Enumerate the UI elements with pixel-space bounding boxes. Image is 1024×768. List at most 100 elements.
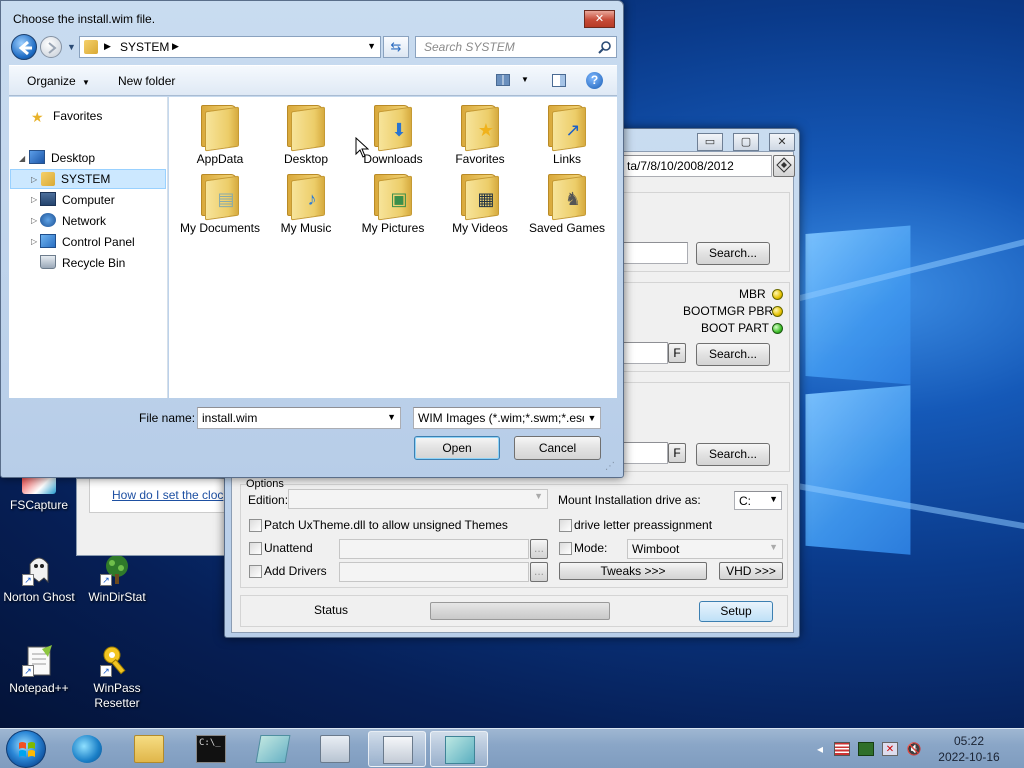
minimize-button[interactable]: ▭ [697, 133, 723, 151]
collapse-arrow-icon[interactable]: ▷ [31, 195, 37, 204]
boot-drive-input[interactable] [620, 342, 668, 364]
desktop-icon-notepadpp[interactable]: ↗ Notepad++ [0, 643, 78, 695]
tree-item-system[interactable]: ▷ SYSTEM [10, 169, 166, 189]
taskbar-network-app[interactable] [58, 731, 116, 767]
dialog-close-button[interactable]: ✕ [584, 10, 615, 28]
desktop-icon-windirstat[interactable]: ↗ WinDirStat [78, 552, 156, 604]
organize-button[interactable]: Organize ▼ [27, 74, 90, 88]
start-button[interactable] [6, 730, 46, 768]
new-folder-button[interactable]: New folder [118, 74, 175, 88]
tweaks-button[interactable]: Tweaks >>> [559, 562, 707, 580]
drivers-browse-button[interactable]: ... [530, 562, 548, 582]
folder-appdata[interactable]: AppData [177, 103, 263, 167]
search-input[interactable]: Search SYSTEM [415, 36, 617, 58]
source-path-input[interactable] [620, 242, 688, 264]
language-flag-icon[interactable] [834, 742, 850, 756]
maximize-button[interactable]: ▢ [733, 133, 759, 151]
open-button[interactable]: Open [414, 436, 500, 460]
back-button[interactable] [11, 34, 37, 60]
folder-my-videos[interactable]: ▦ My Videos [437, 172, 523, 236]
file-type-select[interactable]: WIM Images (*.wim;*.swm;*.esd) ▼ [413, 407, 601, 429]
network-status-icon[interactable]: ✕ [882, 742, 898, 756]
address-bar[interactable]: ▶ SYSTEM ▶ ▼ [79, 36, 381, 58]
cancel-button[interactable]: Cancel [514, 436, 601, 460]
folder-label: Favorites [455, 152, 505, 166]
folder-my-pictures[interactable]: ▣ My Pictures [350, 172, 436, 236]
unattend-browse-button[interactable]: ... [530, 539, 548, 559]
help-link[interactable]: How do I set the cloc [112, 488, 223, 502]
mbr-status-led [772, 289, 783, 300]
folder-my-documents[interactable]: ▤ My Documents [177, 172, 263, 236]
command-bar: Organize ▼ New folder ▼ ? [9, 65, 617, 96]
add-drivers-checkbox[interactable] [249, 565, 262, 578]
folder-desktop-icon [301, 119, 323, 141]
resize-grip-icon[interactable]: ⋰ [605, 461, 615, 472]
boot-search-button[interactable]: Search... [696, 343, 770, 366]
file-name-input[interactable]: install.wim ▼ [197, 407, 401, 429]
install-format-button[interactable]: F [668, 443, 686, 463]
taskbar-installer[interactable] [368, 731, 426, 767]
view-dropdown-icon[interactable]: ▼ [521, 75, 529, 84]
tree-item-favorites[interactable]: ★ Favorites [31, 106, 102, 126]
preassign-checkbox[interactable] [559, 519, 572, 532]
edition-select[interactable]: ▼ [288, 489, 548, 509]
mount-drive-select[interactable]: C: ▼ [734, 491, 782, 510]
install-search-button[interactable]: Search... [696, 443, 770, 466]
tree-item-control-panel[interactable]: Control Panel [40, 232, 135, 252]
unattend-path-input[interactable] [339, 539, 529, 559]
tree-item-computer[interactable]: Computer [40, 190, 115, 210]
unattend-checkbox[interactable] [249, 542, 262, 555]
address-dropdown-icon[interactable]: ▼ [367, 41, 376, 51]
folder-desktop[interactable]: Desktop [263, 103, 349, 167]
desktop-icon-fscapture[interactable]: FSCapture [0, 474, 78, 512]
expand-arrow-icon[interactable]: ◢ [19, 154, 25, 163]
patch-uxtheme-checkbox[interactable] [249, 519, 262, 532]
folder-favorites[interactable]: ★ Favorites [437, 103, 523, 167]
boot-format-button[interactable]: F [668, 343, 686, 363]
folder-saved-games[interactable]: ♞ Saved Games [524, 172, 610, 236]
arrow-left-icon [18, 40, 32, 56]
mode-checkbox[interactable] [559, 542, 572, 555]
bootpart-status-led [772, 323, 783, 334]
drivers-path-input[interactable] [339, 562, 529, 582]
chevron-down-icon[interactable]: ▼ [387, 412, 396, 422]
setup-button[interactable]: Setup [699, 601, 773, 622]
chevron-down-icon: ▼ [769, 494, 778, 504]
folder-downloads-icon: ⬇ [391, 120, 407, 140]
collapse-arrow-icon[interactable]: ▷ [31, 237, 37, 246]
folder-links[interactable]: ↗ Links [524, 103, 610, 167]
install-drive-input[interactable] [620, 442, 668, 464]
desktop-icon-norton-ghost[interactable]: ↗ Norton Ghost [0, 552, 78, 604]
taskbar-notes[interactable] [244, 731, 302, 767]
forward-button[interactable] [40, 36, 62, 58]
clock-date: 2022-10-16 [938, 750, 1000, 764]
os-select-icon-button[interactable] [773, 155, 795, 177]
taskbar-calculator[interactable] [306, 731, 364, 767]
breadcrumb-system[interactable]: SYSTEM [120, 40, 169, 54]
mode-label: Mode: [574, 541, 608, 555]
tray-app-icon[interactable] [858, 742, 874, 756]
show-hidden-icons-icon[interactable]: ◂ [812, 742, 828, 756]
tree-item-recycle-bin[interactable]: Recycle Bin [40, 253, 125, 273]
clock[interactable]: 05:22 2022-10-16 [928, 733, 1010, 765]
vhd-button[interactable]: VHD >>> [719, 562, 783, 580]
preview-pane-icon[interactable] [552, 74, 566, 87]
help-icon[interactable]: ? [586, 72, 603, 89]
tree-item-network[interactable]: Network [40, 211, 106, 231]
collapse-arrow-icon[interactable]: ▷ [31, 216, 37, 225]
folder-my-music[interactable]: ♪ My Music [263, 172, 349, 236]
refresh-button[interactable]: ⇆ [383, 36, 409, 58]
taskbar-explorer[interactable] [120, 731, 178, 767]
view-options-icon[interactable] [496, 74, 510, 86]
mode-select[interactable]: Wimboot ▼ [627, 539, 783, 559]
clock-time: 05:22 [953, 734, 985, 748]
desktop-icon-label: FSCapture [9, 498, 69, 512]
taskbar-file-dialog[interactable] [430, 731, 488, 767]
taskbar-cmd[interactable]: C:\_ [182, 731, 240, 767]
desktop-icon-winpass[interactable]: ↗ WinPass Resetter [78, 643, 156, 711]
tree-item-desktop[interactable]: Desktop [29, 148, 95, 168]
recent-pages-chevron-icon[interactable]: ▼ [67, 42, 76, 52]
close-button[interactable]: ✕ [769, 133, 795, 151]
volume-muted-icon[interactable]: 🔇 [906, 742, 922, 756]
source-search-button[interactable]: Search... [696, 242, 770, 265]
